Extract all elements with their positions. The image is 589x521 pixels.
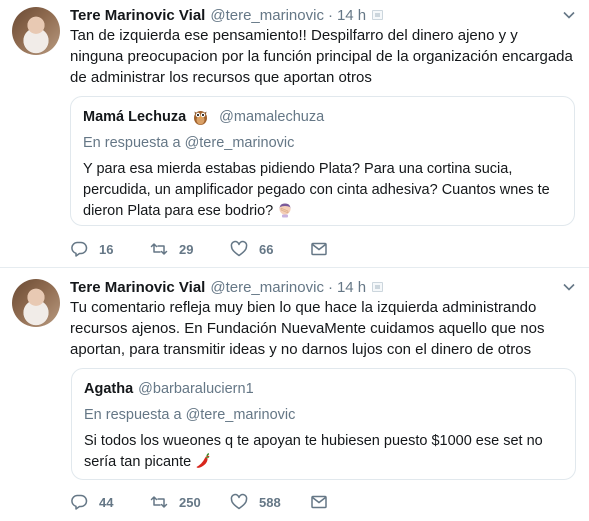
heart-icon [230, 240, 248, 257]
retweet-icon [150, 243, 168, 255]
quoted-tweet-text: Si todos los wueones q te apoyan te hubi… [84, 433, 543, 470]
avatar[interactable] [12, 7, 60, 55]
heart-icon [230, 493, 248, 510]
reply-count: 16 [99, 241, 114, 257]
quoted-tweet[interactable]: Agatha @barbaraluciern1 En respuesta a @… [71, 368, 576, 480]
quoted-author-name: Mamá Lechuza [83, 109, 187, 125]
chevron-down-icon[interactable] [563, 281, 575, 293]
timestamp[interactable]: 14 h [337, 279, 366, 296]
tweet-text: Tu comentario refleja muy bien lo que ha… [70, 299, 545, 358]
quoted-author-handle: @barbaraluciern1 [138, 381, 254, 397]
quoted-tweet-text-wrap: Y para esa mierda estabas pidiendo Plata… [83, 159, 564, 222]
like-count: 66 [259, 241, 274, 257]
tweet[interactable]: Tere Marinovic Vial @tere_marinovic · 14… [0, 0, 589, 268]
author-handle[interactable]: @tere_marinovic [210, 279, 324, 296]
tweet-header: Tere Marinovic Vial @tere_marinovic · 14… [70, 277, 579, 297]
quoted-tweet-text-wrap: Si todos los wueones q te apoyan te hubi… [84, 431, 565, 473]
direct-message-button[interactable] [310, 240, 340, 258]
tweet[interactable]: Tere Marinovic Vial @tere_marinovic · 14… [0, 268, 589, 521]
retweet-button[interactable]: 29 [150, 240, 230, 258]
chevron-down-icon[interactable] [563, 9, 575, 21]
timestamp[interactable]: 14 h [337, 7, 366, 24]
reply-button[interactable]: 44 [70, 493, 150, 511]
quoted-author-name: Agatha [84, 381, 134, 397]
reply-context: En respuesta a @tere_marinovic [83, 135, 295, 151]
like-button[interactable]: 588 [230, 493, 310, 511]
quoted-tweet[interactable]: Mamá Lechuza @mamalechuza En respuesta a… [70, 96, 575, 226]
mobile-icon [372, 10, 384, 20]
reply-icon [71, 241, 88, 257]
envelope-icon [311, 242, 327, 256]
retweet-count: 250 [179, 494, 201, 510]
envelope-icon [311, 495, 327, 509]
owl-icon [194, 111, 208, 125]
hot-pepper-icon [196, 453, 210, 468]
avatar[interactable] [12, 279, 60, 327]
retweet-count: 29 [179, 241, 194, 257]
tweet-actions: 16 29 66 [70, 239, 340, 259]
quoted-author-handle: @mamalechuza [219, 109, 325, 125]
tweet-actions: 44 250 588 [70, 492, 340, 512]
direct-message-button[interactable] [310, 493, 340, 511]
author-name[interactable]: Tere Marinovic Vial [70, 7, 205, 24]
quoted-tweet-header: Mamá Lechuza @mamalechuza [83, 109, 324, 125]
like-button[interactable]: 66 [230, 240, 310, 258]
reply-button[interactable]: 16 [70, 240, 150, 258]
retweet-icon [150, 496, 168, 508]
separator: · [327, 278, 333, 296]
woman-facepalming-icon [279, 203, 291, 218]
like-count: 588 [259, 494, 281, 510]
author-name[interactable]: Tere Marinovic Vial [70, 279, 205, 296]
reply-context: En respuesta a @tere_marinovic [84, 407, 296, 423]
reply-icon [71, 494, 88, 510]
reply-count: 44 [99, 494, 114, 510]
retweet-button[interactable]: 250 [150, 493, 230, 511]
mobile-icon [372, 282, 384, 292]
quoted-tweet-header: Agatha @barbaraluciern1 [84, 381, 254, 397]
tweet-text: Tan de izquierda ese pensamiento!! Despi… [70, 27, 573, 86]
tweet-header: Tere Marinovic Vial @tere_marinovic · 14… [70, 5, 579, 25]
author-handle[interactable]: @tere_marinovic [210, 7, 324, 24]
quoted-tweet-text: Y para esa mierda estabas pidiendo Plata… [83, 161, 550, 219]
separator: · [327, 6, 333, 24]
